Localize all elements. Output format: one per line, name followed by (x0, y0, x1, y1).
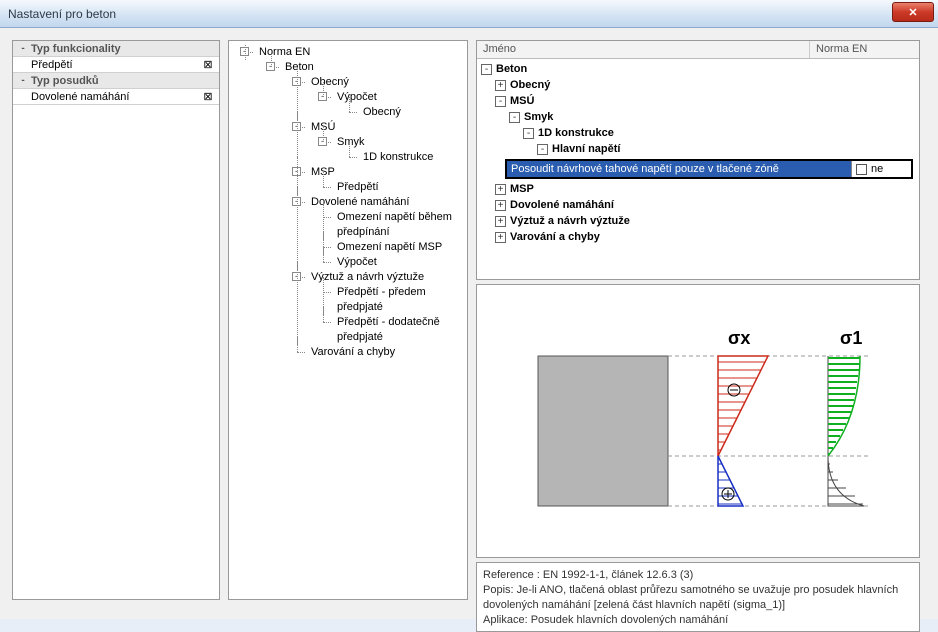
selected-property[interactable]: Posoudit návrhové tahové napětí pouze v … (505, 159, 913, 179)
row-toggle-icon[interactable]: - (17, 43, 29, 54)
left-panel-row: -Typ funkcionality (13, 41, 219, 57)
tree-node-beton[interactable]: Beton (283, 60, 316, 75)
selected-value-text: ne (871, 163, 883, 175)
row-label: Výztuž a návrh výztuže (510, 215, 915, 227)
row-label: 1D konstrukce (538, 127, 915, 139)
property-row[interactable]: + MSP (477, 181, 919, 197)
property-row[interactable]: + Výztuž a návrh výztuže (477, 213, 919, 229)
left-panel-row: -Typ posudků (13, 73, 219, 89)
tree-node-1d[interactable]: 1D konstrukce (361, 150, 435, 165)
nav-tree[interactable]: - Norma EN - Beton - Obecný - (228, 40, 468, 600)
row-toggle-icon[interactable]: - (537, 144, 548, 155)
tree-toggle-icon[interactable]: - (240, 47, 249, 56)
stress-diagram-icon: σx σ1 (508, 316, 888, 526)
tree-toggle-icon[interactable]: - (266, 62, 275, 71)
property-row[interactable]: + Dovolené namáhání (477, 197, 919, 213)
property-row[interactable]: -MSÚ (477, 93, 919, 109)
desc-line: Popis: Je-li ANO, tlačená oblast průřezu… (483, 583, 913, 612)
property-row[interactable]: -Hlavní napětí (477, 141, 919, 157)
row-label: Obecný (510, 79, 915, 91)
tree-node-obecny2[interactable]: Obecný (361, 105, 403, 120)
checkbox-icon[interactable] (856, 164, 867, 175)
titlebar: Nastavení pro beton ✕ (0, 0, 938, 28)
row-toggle-icon[interactable]: + (495, 200, 506, 211)
row-label: Typ funkcionality (29, 43, 215, 55)
tree-toggle-icon[interactable]: - (292, 167, 301, 176)
close-icon: ✕ (908, 6, 917, 19)
tree-toggle-icon[interactable]: - (318, 92, 327, 101)
row-label: Typ posudků (29, 75, 215, 87)
app-line: Aplikace: Posudek hlavních dovolených na… (483, 613, 913, 627)
property-row[interactable]: + Obecný (477, 77, 919, 93)
tree-node-dovol[interactable]: Dovolené namáhání (309, 195, 411, 210)
tree-node-predpeti[interactable]: Předpětí (335, 180, 381, 195)
row-label: Varování a chyby (510, 231, 915, 243)
workspace: -Typ funkcionalityPředpětí⊠-Typ posudkůD… (0, 28, 938, 619)
row-label: MSÚ (510, 95, 915, 107)
property-row[interactable]: -Smyk (477, 109, 919, 125)
left-panel-row[interactable]: Dovolené namáhání⊠ (13, 89, 219, 105)
row-label: Dovolené namáhání (510, 199, 915, 211)
row-label: Hlavní napětí (552, 143, 915, 155)
tree-toggle-icon[interactable]: - (292, 197, 301, 206)
tree-toggle-icon[interactable]: - (292, 77, 301, 86)
row-label: MSP (510, 183, 915, 195)
tree-node-vypocet2[interactable]: Výpočet (335, 255, 379, 270)
row-toggle-icon[interactable]: - (495, 96, 506, 107)
row-toggle-icon[interactable]: - (481, 64, 492, 75)
row-label: Předpětí (29, 59, 201, 71)
sigma-x-label: σx (728, 328, 750, 348)
row-label: Dovolené namáhání (29, 91, 201, 103)
row-toggle-icon[interactable]: + (495, 80, 506, 91)
property-row[interactable]: + Varování a chyby (477, 229, 919, 245)
tree-node-norma[interactable]: Norma EN (257, 45, 312, 60)
tree-node-smyk[interactable]: Smyk (335, 135, 367, 150)
tree-toggle-icon[interactable]: - (292, 272, 301, 281)
sigma-1-label: σ1 (840, 328, 862, 348)
selected-property-label: Posoudit návrhové tahové napětí pouze v … (507, 161, 851, 177)
row-toggle-icon[interactable]: - (523, 128, 534, 139)
tree-node-vypocet[interactable]: Výpočet (335, 90, 379, 105)
row-toggle-icon[interactable]: + (495, 232, 506, 243)
row-toggle-icon[interactable]: + (495, 184, 506, 195)
tree-node-pp2[interactable]: Předpětí - dodatečně předpjaté (335, 315, 465, 345)
description-panel: Reference : EN 1992-1-1, článek 12.6.3 (… (476, 562, 920, 632)
row-checkbox[interactable]: ⊠ (201, 90, 215, 103)
col-header-name: Jméno (477, 41, 809, 58)
row-label: Smyk (524, 111, 915, 123)
property-grid: Jméno Norma EN -Beton+Obecný-MSÚ-Smyk-1D… (476, 40, 920, 280)
row-toggle-icon[interactable]: + (495, 216, 506, 227)
row-checkbox[interactable]: ⊠ (201, 58, 215, 71)
tree-toggle-icon[interactable]: - (292, 122, 301, 131)
tree-node-varov[interactable]: Varování a chyby (309, 345, 397, 360)
close-button[interactable]: ✕ (892, 2, 934, 22)
tree-toggle-icon[interactable]: - (318, 137, 327, 146)
tree-node-pp1[interactable]: Předpětí - předem předpjaté (335, 285, 465, 315)
property-grid-header: Jméno Norma EN (477, 41, 919, 59)
row-toggle-icon[interactable]: - (509, 112, 520, 123)
left-panel-row[interactable]: Předpětí⊠ (13, 57, 219, 73)
row-toggle-icon[interactable]: - (17, 75, 29, 86)
property-row[interactable]: -Beton (477, 61, 919, 77)
tree-node-omez2[interactable]: Omezení napětí MSP (335, 240, 444, 255)
row-label: Beton (496, 63, 915, 75)
property-row[interactable]: -1D konstrukce (477, 125, 919, 141)
tree-node-obecny[interactable]: Obecný (309, 75, 351, 90)
tree-node-omez1[interactable]: Omezení napětí během předpínání (335, 210, 465, 240)
col-header-norm: Norma EN (809, 41, 919, 58)
window-title: Nastavení pro beton (8, 7, 116, 21)
left-panel: -Typ funkcionalityPředpětí⊠-Typ posudkůD… (12, 40, 220, 600)
selected-property-value[interactable]: ne (851, 161, 911, 177)
tree-node-vyztuz[interactable]: Výztuž a návrh výztuže (309, 270, 426, 285)
ref-line: Reference : EN 1992-1-1, článek 12.6.3 (… (483, 568, 913, 582)
diagram-panel: σx σ1 (476, 284, 920, 558)
